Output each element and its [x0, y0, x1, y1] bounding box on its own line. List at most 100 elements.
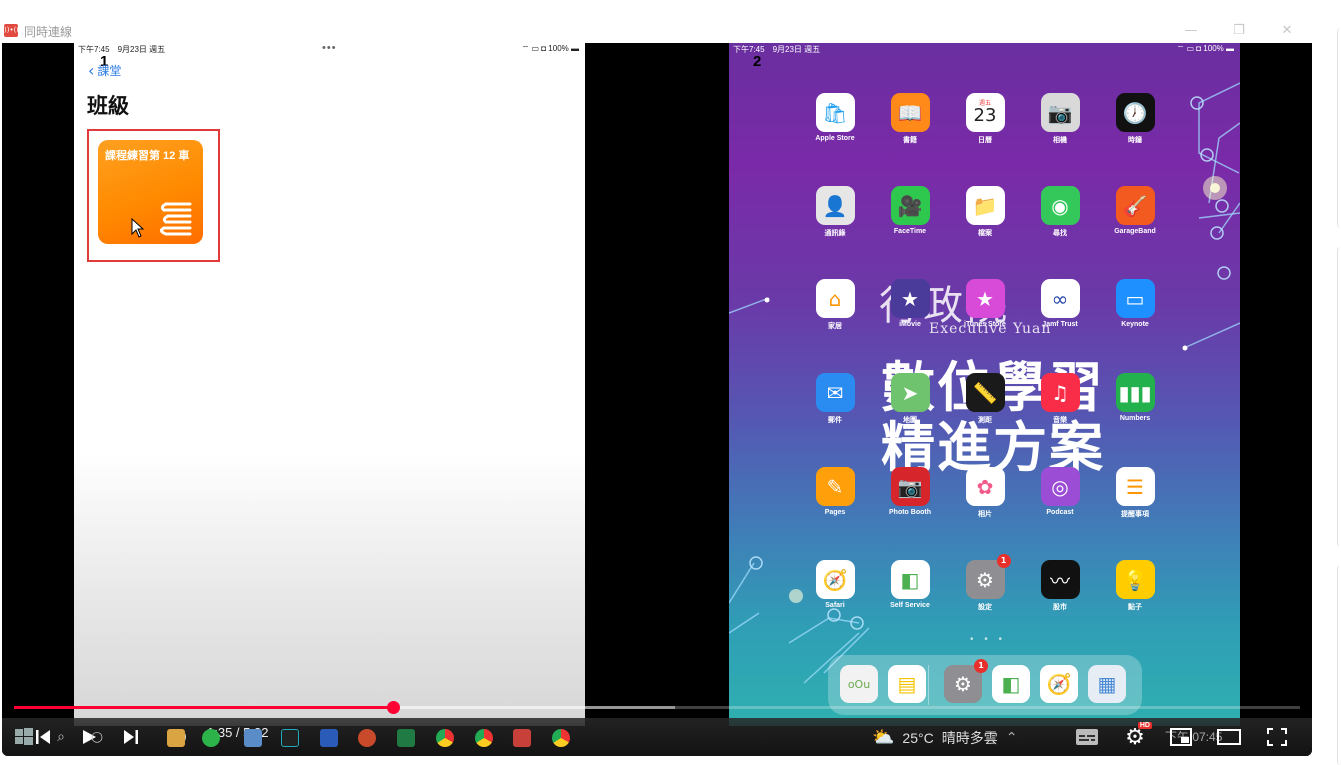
restore-button[interactable]: ❐: [1229, 22, 1249, 40]
previous-icon[interactable]: [32, 718, 54, 756]
wifi-icon: ⌔ ▭ ◘: [521, 44, 549, 53]
app-tips[interactable]: 💡 點子: [1095, 560, 1175, 612]
course-card[interactable]: 課程練習第 12 車: [98, 140, 203, 244]
fullscreen-icon[interactable]: [1264, 718, 1290, 756]
close-button[interactable]: ✕: [1277, 22, 1297, 40]
chrome-profile-icon[interactable]: [475, 729, 493, 747]
app-glyph: 📁: [972, 193, 998, 218]
app-label: Podcast: [1046, 509, 1074, 516]
safari-icon: 🧭: [815, 560, 855, 599]
terminal-app-icon[interactable]: [281, 729, 299, 747]
app-measure[interactable]: 📏 測距: [945, 373, 1025, 425]
dock-settings-dock[interactable]: ⚙ 1: [940, 659, 988, 703]
garageband-icon: 🎸: [1115, 186, 1155, 225]
app-glyph: ▮▮▮: [1118, 380, 1152, 405]
app-findmy[interactable]: ◉ 尋找: [1020, 186, 1100, 238]
dock-notes[interactable]: ▤: [884, 665, 930, 703]
app-glyph: ★: [901, 286, 919, 311]
dock-oou-app[interactable]: oOu: [836, 665, 882, 703]
line-app-icon[interactable]: [202, 729, 220, 747]
app-imovie[interactable]: ★ iMovie: [870, 279, 950, 328]
dock-app-folder[interactable]: ▦: [1084, 665, 1130, 703]
subtitles-icon[interactable]: [1072, 718, 1102, 756]
dock-self-service-dock[interactable]: ◧: [988, 665, 1034, 703]
app-glyph: 🧭: [1046, 672, 1072, 696]
app-photos[interactable]: ✿ 相片: [945, 467, 1025, 519]
app-glyph: 📷: [1047, 100, 1073, 125]
pages-icon: ✎: [815, 467, 855, 506]
theater-mode-icon[interactable]: [1216, 718, 1242, 756]
keynote-icon: ▭: [1115, 279, 1155, 318]
app-garageband[interactable]: 🎸 GarageBand: [1095, 186, 1175, 235]
excel-icon[interactable]: [397, 729, 415, 747]
app-books[interactable]: 📖 書籍: [870, 93, 950, 145]
hd-badge: HD: [1137, 722, 1152, 729]
app-keynote[interactable]: ▭ Keynote: [1095, 279, 1175, 328]
app-glyph: ⌂: [828, 286, 842, 311]
app-clock[interactable]: 🕖 時鐘: [1095, 93, 1175, 145]
word-icon[interactable]: [320, 729, 338, 747]
back-button[interactable]: ‹ 課堂: [88, 62, 121, 79]
app-label: Safari: [825, 602, 845, 609]
app-settings[interactable]: ⚙ 1 設定: [945, 554, 1025, 612]
task-view-icon[interactable]: ○: [88, 718, 106, 756]
ipad-screen-1: 下午7:45 9月23日 週五 ••• ⌔ ▭ ◘ 100% ▬ 1 ‹ 課堂 …: [74, 43, 585, 726]
app-numbers[interactable]: ▮▮▮ Numbers: [1095, 373, 1175, 422]
app-camera[interactable]: 📷 相機: [1020, 93, 1100, 145]
window-title: 同時連線: [24, 25, 73, 39]
notification-badge: 1: [974, 659, 988, 673]
app-podcast[interactable]: ◎ Podcast: [1020, 467, 1100, 516]
app-photo-booth[interactable]: 📷 Photo Booth: [870, 467, 950, 516]
taskbar-app-icon[interactable]: [244, 729, 262, 747]
seek-bar[interactable]: [14, 701, 1300, 714]
file-explorer-icon[interactable]: [167, 729, 185, 747]
app-glyph: 〰: [1050, 569, 1070, 593]
sidebar-card[interactable]: [1337, 247, 1341, 547]
app-facetime[interactable]: 🎥 FaceTime: [870, 186, 950, 235]
app-home[interactable]: ⌂ 家居: [795, 279, 875, 331]
app-safari[interactable]: 🧭 Safari: [795, 560, 875, 609]
app-mail[interactable]: ✉ 郵件: [795, 373, 875, 425]
books-icon: 📖: [890, 93, 930, 132]
status-time: 下午7:45 9月23日 週五: [78, 45, 166, 54]
app-stocks[interactable]: 〰股市: [1020, 560, 1100, 612]
mirror-app-icon[interactable]: [513, 729, 531, 747]
video-player[interactable]: 下午7:45 9月23日 週五 ••• ⌔ ▭ ◘ 100% ▬ 1 ‹ 課堂 …: [2, 43, 1312, 756]
self-service-dock-icon: ◧: [992, 665, 1030, 703]
app-pages[interactable]: ✎ Pages: [795, 467, 875, 516]
app-self-service[interactable]: ◧ Self Service: [870, 560, 950, 609]
calendar-icon: 週五 23: [965, 93, 1005, 132]
sidebar-card[interactable]: [1337, 28, 1341, 228]
app-maps[interactable]: ➤ 地圖: [870, 373, 950, 425]
app-contacts[interactable]: 👤 通訊錄: [795, 186, 875, 238]
chrome-icon-2[interactable]: [552, 729, 570, 747]
powerpoint-icon[interactable]: [358, 729, 376, 747]
dock-safari-dock[interactable]: 🧭: [1036, 665, 1082, 703]
app-glyph: 📷: [897, 474, 923, 499]
tips-icon: 💡: [1115, 560, 1155, 599]
app-glyph: ◎: [1051, 474, 1069, 499]
miniplayer-icon[interactable]: [1168, 718, 1194, 756]
next-icon[interactable]: [120, 718, 142, 756]
app-label: 股市: [1053, 604, 1067, 611]
chevron-up-icon[interactable]: ⌃: [1006, 729, 1018, 746]
minimize-button[interactable]: —: [1181, 22, 1201, 40]
weather-widget[interactable]: ⛅ 25°C 晴時多雲 ⌃: [872, 727, 1017, 748]
app-music[interactable]: ♫ 音樂: [1020, 373, 1100, 425]
page-indicator[interactable]: • • •: [970, 634, 1006, 645]
notification-badge: 1: [996, 554, 1011, 568]
settings-gear-icon[interactable]: ⚙ HD: [1120, 718, 1152, 756]
app-itunes-store[interactable]: ★ iTunes Store: [945, 279, 1025, 328]
status-battery: ⌔ ▭ ◘ 100% ▬: [521, 44, 579, 53]
app-calendar[interactable]: 週五 23 日曆: [945, 93, 1025, 145]
sidebar-card[interactable]: [1337, 565, 1341, 765]
app-reminders[interactable]: ☰ 提醒事項: [1095, 467, 1175, 519]
maps-icon: ➤: [890, 373, 930, 412]
app-glyph: ☰: [1126, 474, 1144, 499]
multitask-dots[interactable]: •••: [322, 43, 337, 54]
app-apple-store[interactable]: 🛍 Apple Store: [795, 93, 875, 142]
app-files[interactable]: 📁 檔案: [945, 186, 1025, 238]
app-jamf-trust[interactable]: ∞ Jamf Trust: [1020, 279, 1100, 328]
chrome-icon[interactable]: [436, 729, 454, 747]
search-icon[interactable]: ⌕: [52, 718, 70, 756]
